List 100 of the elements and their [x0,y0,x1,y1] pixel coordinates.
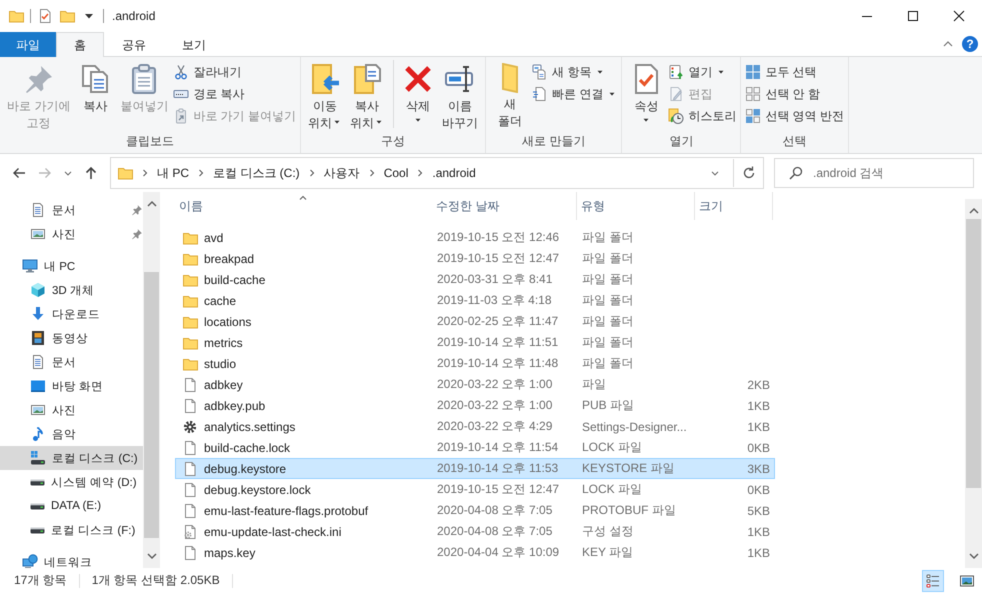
breadcrumb[interactable]: Cool [384,166,408,180]
table-cell: LOCK 파일 [582,439,642,456]
column-header[interactable]: 유형 [577,192,695,220]
scrollbar[interactable] [143,192,160,568]
sidebar-item[interactable]: 다운로드 [0,302,143,326]
breadcrumb[interactable]: 사용자 [324,164,360,182]
table-cell: adbkey.pub [204,398,266,412]
drive-icon [30,502,45,510]
table-cell: breakpad [204,252,254,266]
maximize-icon [905,8,921,24]
ribbon-button[interactable]: 모두 선택 [745,62,844,82]
ribbon-tab[interactable]: 파일 [0,32,56,57]
history-icon [668,108,684,124]
table-cell: 2020-03-22 오후 1:00 [437,397,552,414]
table-cell: 2019-10-14 오후 11:48 [437,355,558,372]
table-cell: 2020-03-22 오후 1:00 [437,376,552,393]
ribbon-button[interactable]: 빠른 연결 [532,84,618,104]
table-cell: LOCK 파일 [582,481,642,498]
column-header[interactable]: 크기 [695,192,773,220]
sidebar-item[interactable]: 음악 [0,422,143,446]
file-row[interactable]: build-cache.lock 2019-10-14 오후 11:54 LOCK 파일 0KB [175,437,775,458]
breadcrumb[interactable]: 로컬 디스크 (C:) [213,164,300,182]
sidebar-item[interactable]: 문서 [0,350,143,374]
table-cell: 0KB [747,482,770,496]
ribbon-button[interactable]: 선택 안 함 [745,84,844,104]
file-row[interactable]: emu-update-last-check.ini 2020-04-08 오후 7:05 구성 설정 1KB [175,521,775,542]
view-button[interactable] [922,570,944,592]
file-row[interactable]: avd 2019-10-15 오전 12:46 파일 폴더 [175,227,775,248]
help-button[interactable]: ? [962,36,978,52]
address-bar[interactable]: 내 PC 로컬 디스크 (C:) 사용자 Cool .android [110,157,764,189]
table-cell: KEYSTORE 파일 [582,460,674,477]
ribbon-button[interactable]: 열기 [668,62,736,82]
scrollbar[interactable] [965,199,982,568]
sidebar-item[interactable]: 내 PC [0,254,143,278]
ribbon-button[interactable]: 잘라내기 [173,62,296,82]
item-count: 17개 항목 [14,572,67,589]
file-row[interactable]: maps.key 2020-04-04 오후 10:09 KEY 파일 1KB [175,542,775,563]
file-row[interactable]: emu-last-feature-flags.protobuf 2020-04-08 오후 7:05 PROTOBUF 파일 5KB [175,500,775,521]
sidebar-item[interactable]: 로컬 디스크 (C:) [0,446,143,470]
ribbon-tab[interactable]: 보기 [164,32,224,57]
file-row[interactable]: analytics.settings 2020-03-22 오후 4:29 Settings-Designer... 1KB [175,416,775,437]
file-row[interactable]: cache 2019-11-03 오후 4:18 파일 폴더 [175,290,775,311]
table-cell: 파일 폴더 [582,271,634,288]
file-row[interactable]: debug.keystore 2019-10-14 오후 11:53 KEYSTORE 파일 3KB [175,458,775,479]
ribbon-button[interactable]: 이동 위치 [305,60,346,132]
file-row[interactable]: adbkey.pub 2020-03-22 오후 1:00 PUB 파일 1KB [175,395,775,416]
table-cell: 2019-10-14 오후 11:54 [437,439,558,456]
column-header[interactable]: 수정한 날짜 [432,192,577,220]
scroll-thumb[interactable] [144,272,159,538]
table-cell: 5KB [747,504,770,518]
sidebar-item[interactable]: 시스템 예약 (D:) [0,470,143,494]
folder-icon [8,8,24,24]
sidebar-item[interactable]: 네트워크 [0,550,143,568]
move-to-folder-icon [309,63,342,95]
file-row[interactable]: breakpad 2019-10-15 오전 12:47 파일 폴더 [175,248,775,269]
file-icon [182,376,198,392]
table-cell: 파일 폴더 [582,334,634,351]
ribbon-button[interactable]: 속성 [626,60,666,128]
ribbon-button[interactable]: 삭제 [393,60,438,128]
file-row[interactable]: locations 2020-02-25 오후 11:47 파일 폴더 [175,311,775,332]
breadcrumb[interactable]: 내 PC [157,164,190,182]
ribbon-button[interactable]: 복사 위치 [347,60,388,132]
table-cell: 3KB [747,462,770,476]
file-row[interactable]: adbkey 2020-03-22 오후 1:00 파일 2KB [175,374,775,395]
file-row[interactable]: metrics 2019-10-14 오후 11:51 파일 폴더 [175,332,775,353]
breadcrumb[interactable]: .android [432,166,476,180]
sidebar-item[interactable]: 동영상 [0,326,143,350]
ribbon-tab[interactable]: 홈 [56,32,104,57]
ribbon-button[interactable]: 히스토리 [668,106,736,126]
sidebar-item[interactable]: 로컬 디스크 (F:) [0,518,143,542]
file-row[interactable]: debug.keystore.lock 2019-10-15 오전 12:47 LOCK 파일 0KB [175,479,775,500]
sidebar-item[interactable]: 문서 [0,198,143,222]
sidebar-item[interactable]: 바탕 화면 [0,374,143,398]
file-row[interactable]: build-cache 2020-03-31 오후 8:41 파일 폴더 [175,269,775,290]
ribbon-button[interactable]: 경로 복사 [173,84,296,104]
table-cell: 파일 폴더 [582,250,634,267]
ribbon-button[interactable]: 새 항목 [532,62,618,82]
table-cell: 파일 폴더 [582,292,634,309]
file-row[interactable]: studio 2019-10-14 오후 11:48 파일 폴더 [175,353,775,374]
search-field[interactable]: .android 검색 [774,158,974,188]
column-header[interactable]: 이름 [175,192,432,220]
ribbon-tab[interactable]: 공유 [104,32,164,57]
ribbon-button[interactable]: 이름 바꾸기 [439,60,482,132]
scissors-icon [173,64,190,80]
checked-document-icon [37,8,53,24]
table-cell: PUB 파일 [582,397,634,414]
sidebar-item[interactable]: 사진 [0,222,143,246]
table-cell: build-cache.lock [204,440,290,454]
ribbon-button[interactable]: 새 폴더 [490,60,530,130]
window-title: .android [112,9,156,23]
ribbon-button[interactable]: 복사 [75,60,116,115]
ribbon-button[interactable]: 선택 영역 반전 [745,106,844,126]
scroll-thumb[interactable] [966,219,981,488]
table-cell: 파일 폴더 [582,313,634,330]
computer-icon [22,258,38,274]
table-cell: studio [204,356,236,370]
sidebar-item[interactable]: 사진 [0,398,143,422]
sidebar-item[interactable]: DATA (E:) [0,494,143,518]
gear-icon [182,418,198,434]
sidebar-item[interactable]: 3D 개체 [0,278,143,302]
